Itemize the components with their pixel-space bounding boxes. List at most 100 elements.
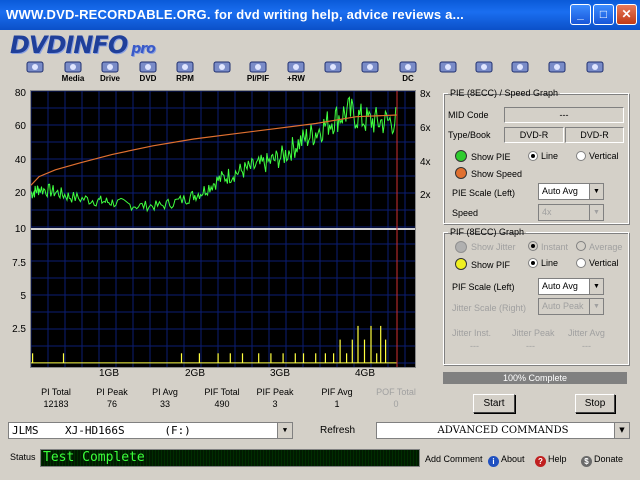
- pif-vertical-radio[interactable]: [576, 258, 586, 268]
- stat-pi-avg: PI Avg 33: [135, 387, 195, 409]
- stat-label: PIF Total: [204, 387, 240, 397]
- pie-scale-value: Auto Avg: [542, 186, 578, 196]
- close-button[interactable]: ✕: [616, 4, 637, 25]
- refresh-link[interactable]: Refresh: [320, 425, 355, 436]
- toolbar-button-scan[interactable]: [207, 60, 237, 84]
- y-tick-left: 60: [14, 121, 26, 132]
- y-tick-pif: 7.5: [12, 258, 26, 269]
- toolbar-button-edit[interactable]: [505, 60, 535, 84]
- toolbar-button-stop[interactable]: [580, 60, 610, 84]
- pie-line-radio[interactable]: [528, 151, 538, 161]
- stat-label: PIF Avg: [321, 387, 353, 397]
- maximize-button[interactable]: □: [593, 4, 614, 25]
- stat-pif-total: PIF Total 490: [192, 387, 252, 409]
- pie-vertical-label[interactable]: Vertical: [589, 151, 619, 161]
- stat-pi-peak: PI Peak 76: [82, 387, 142, 409]
- pie-color-swatch[interactable]: [455, 150, 467, 162]
- x-tick: 2GB: [185, 368, 206, 379]
- toolbar-button-pi-pif[interactable]: PI/PIF: [243, 60, 273, 84]
- advanced-value: ADVANCED COMMANDS: [437, 425, 569, 436]
- drive-select[interactable]: JLMS XJ-HD166S (F:) ▼: [8, 422, 293, 439]
- window-title: WWW.DVD-RECORDABLE.ORG. for dvd writing …: [6, 7, 464, 22]
- stop-icon: [585, 60, 605, 74]
- mid-code-value: ---: [504, 107, 624, 123]
- pif-color-swatch[interactable]: [455, 258, 467, 270]
- title-bar[interactable]: WWW.DVD-RECORDABLE.ORG. for dvd writing …: [0, 0, 640, 30]
- jitter-inst-label: Jitter Inst.: [452, 328, 492, 338]
- toolbar-button-rpm[interactable]: RPM: [170, 60, 200, 84]
- stat-pi-total: PI Total 12183: [26, 387, 86, 409]
- pie-scale-select[interactable]: Auto Avg ▼: [538, 183, 604, 200]
- donate-link[interactable]: $ Donate: [581, 454, 623, 467]
- stop-button[interactable]: Stop: [575, 394, 615, 413]
- chevron-down-icon[interactable]: ▼: [589, 279, 603, 294]
- speed-value: 4x: [542, 207, 552, 217]
- pie-line-label[interactable]: Line: [541, 151, 558, 161]
- stat-label: POF Total: [376, 387, 416, 397]
- toolbar-button-dvd[interactable]: DVD: [133, 60, 163, 84]
- y-tick-right: 4x: [420, 157, 431, 168]
- status-text: Test Complete: [43, 450, 145, 465]
- jitter-scale-label: Jitter Scale (Right): [452, 303, 527, 313]
- start-button[interactable]: Start: [473, 394, 515, 413]
- pif-scale-value: Auto Avg: [542, 281, 578, 291]
- jitter-peak-label: Jitter Peak: [512, 328, 555, 338]
- pif-vertical-label[interactable]: Vertical: [589, 258, 619, 268]
- show-speed-label[interactable]: Show Speed: [471, 169, 522, 179]
- toolbar-button-notepad[interactable]: [433, 60, 463, 84]
- pipif-icon: [248, 60, 268, 74]
- stat-value: 0: [393, 399, 399, 409]
- stat-pif-peak: PIF Peak 3: [245, 387, 305, 409]
- speed-label: Speed: [452, 208, 479, 218]
- status-display: Test Complete: [40, 449, 420, 467]
- help-icon: ?: [535, 456, 546, 467]
- toolbar-button-play-pause[interactable]: [542, 60, 572, 84]
- speed-color-swatch[interactable]: [455, 167, 467, 179]
- pie-series-line: [30, 96, 397, 213]
- minimize-button[interactable]: _: [570, 4, 591, 25]
- advanced-commands-select[interactable]: ADVANCED COMMANDS ▼: [376, 422, 630, 439]
- toolbar-button-dc[interactable]: DC: [393, 60, 423, 84]
- jitter-instant-radio: [528, 241, 538, 251]
- speed-series-line: [30, 114, 398, 186]
- donate-icon: $: [581, 456, 592, 467]
- pie-pif-graph: [30, 90, 416, 368]
- toolbar-button-media[interactable]: Media: [58, 60, 88, 84]
- show-jitter-label: Show Jitter: [471, 242, 516, 252]
- help-link[interactable]: ? Help: [535, 454, 567, 467]
- about-link[interactable]: i About: [488, 454, 525, 467]
- monitor-icon: [25, 60, 45, 74]
- toolbar-button-drive[interactable]: Drive: [95, 60, 125, 84]
- toolbar-button-eraser[interactable]: [318, 60, 348, 84]
- graph-svg: [30, 90, 415, 367]
- logo-area: DVDINFO pro: [0, 30, 640, 59]
- add-comment-link[interactable]: Add Comment: [425, 454, 483, 464]
- speed-select[interactable]: 4x ▼: [538, 204, 604, 221]
- y-tick-pif: 5: [20, 291, 26, 302]
- chevron-down-icon[interactable]: ▼: [589, 205, 603, 220]
- x-tick: 1GB: [99, 368, 120, 379]
- pif-scale-select[interactable]: Auto Avg ▼: [538, 278, 604, 295]
- toolbar-button-camera[interactable]: [469, 60, 499, 84]
- toolbar-button-monitor[interactable]: [20, 60, 50, 84]
- logo-suffix: pro: [131, 41, 156, 57]
- stat-value: 76: [106, 399, 117, 409]
- drive-value: JLMS XJ-HD166S (F:): [12, 424, 191, 437]
- scan-icon: [212, 60, 232, 74]
- toolbar-button--rw[interactable]: +RW: [281, 60, 311, 84]
- toolbar-label: PI/PIF: [246, 74, 270, 83]
- chevron-down-icon[interactable]: ▼: [614, 423, 629, 438]
- pif-line-label[interactable]: Line: [541, 258, 558, 268]
- chevron-down-icon[interactable]: ▼: [589, 184, 603, 199]
- stat-value: 3: [272, 399, 278, 409]
- stat-label: PI Total: [41, 387, 71, 397]
- show-pif-label[interactable]: Show PIF: [471, 260, 510, 270]
- drive-icon: [100, 60, 120, 74]
- show-pie-label[interactable]: Show PIE: [471, 152, 511, 162]
- toolbar-button-wave[interactable]: [355, 60, 385, 84]
- chevron-down-icon[interactable]: ▼: [277, 423, 292, 438]
- pif-line-radio[interactable]: [528, 258, 538, 268]
- stat-value: 490: [214, 399, 230, 409]
- stat-pif-avg: PIF Avg 1: [307, 387, 367, 409]
- pie-vertical-radio[interactable]: [576, 151, 586, 161]
